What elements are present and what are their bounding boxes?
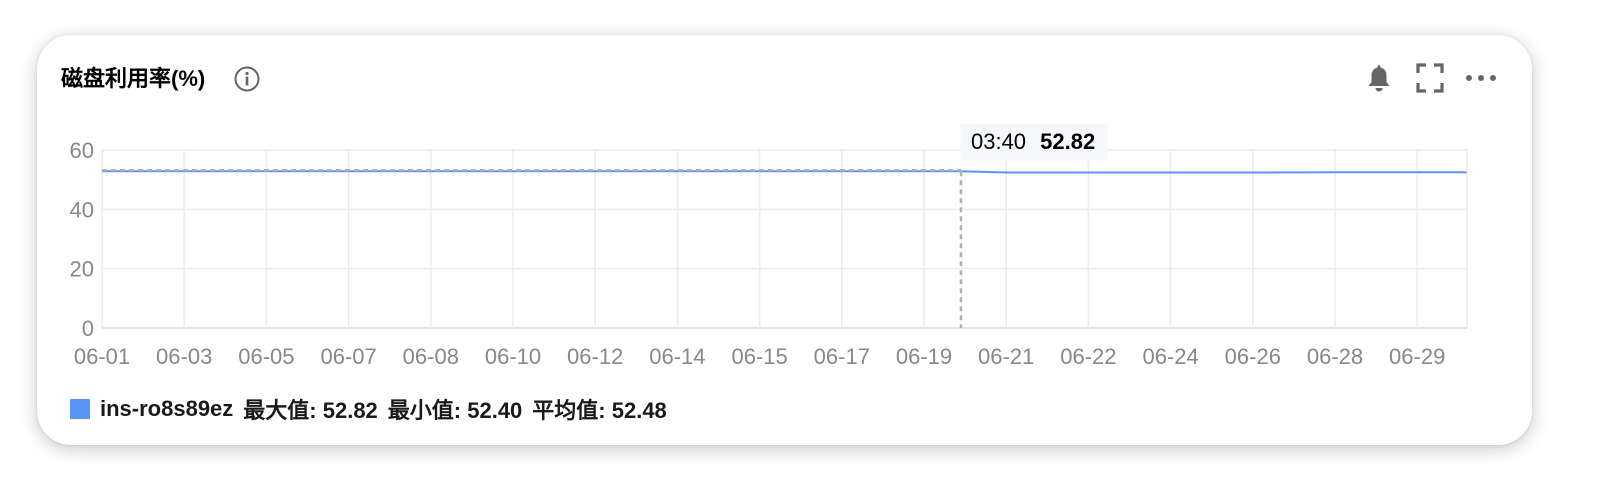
y-tick-label: 40 (70, 197, 94, 222)
x-tick-label: 06-21 (978, 344, 1034, 369)
legend[interactable]: ins-ro8s89ez 最大值: 52.82 最小值: 52.40 平均值: … (70, 394, 667, 424)
x-tick-label: 06-29 (1389, 344, 1445, 369)
legend-series-name: ins-ro8s89ez (100, 396, 234, 421)
y-tick-label: 20 (70, 257, 94, 282)
x-tick-label: 06-17 (814, 344, 870, 369)
legend-avg: 平均值: 52.48 (532, 398, 667, 423)
x-tick-label: 06-07 (320, 344, 376, 369)
series-layer (102, 169, 1467, 328)
legend-swatch (70, 399, 90, 419)
line-chart: 0 20 40 60 06-01 06-03 06-05 06-07 06-08 06-10 06-… (70, 123, 1468, 369)
x-tick-label: 06-12 (567, 344, 623, 369)
x-tick-label: 06-05 (238, 344, 294, 369)
x-tick-label: 06-14 (649, 344, 705, 369)
tooltip: 03:40 52.82 (960, 123, 1108, 161)
x-tick-label: 06-24 (1142, 344, 1198, 369)
series-line (102, 170, 1467, 174)
x-tick-label: 06-08 (403, 344, 459, 369)
y-tick-label: 60 (70, 138, 94, 163)
x-tick-label: 06-22 (1060, 344, 1116, 369)
x-tick-label: 06-28 (1307, 344, 1363, 369)
x-tick-label: 06-03 (156, 344, 212, 369)
grid (101, 149, 1468, 329)
x-tick-label: 06-10 (485, 344, 541, 369)
y-tick-label: 0 (82, 316, 94, 341)
x-tick-label: 06-26 (1225, 344, 1281, 369)
legend-min: 最小值: 52.40 (387, 398, 523, 423)
tooltip-time: 03:40 (971, 129, 1026, 154)
x-tick-label: 06-15 (731, 344, 787, 369)
x-tick-label: 06-01 (74, 344, 130, 369)
legend-max: 最大值: 52.82 (243, 398, 378, 423)
x-tick-label: 06-19 (896, 344, 952, 369)
tooltip-value: 52.82 (1040, 129, 1095, 154)
